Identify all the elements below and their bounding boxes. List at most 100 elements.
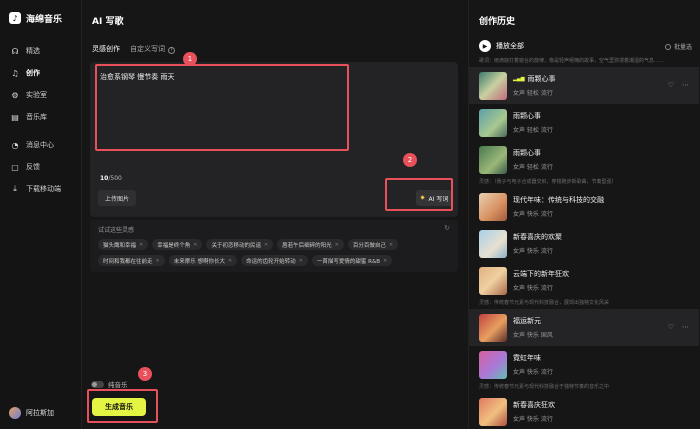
pure-music-toggle[interactable] — [91, 380, 104, 388]
history-panel: 创作历史 ▶ 播放全部 批量选 歌词：雨滴敲打着窗台的旋律，像是轻声呢喃的故事，… — [468, 0, 700, 429]
inspiration-chip[interactable]: 时间和我都在往前走 ✕ — [98, 255, 165, 266]
song-tags: 女声 轻松 流行 — [513, 164, 553, 171]
history-prompt: 灵感：（我子与电子合成器交织，穿梭跑步新歌曲，节奏型强） — [479, 179, 617, 185]
inspiration-chip[interactable]: 百分百做自己 ✕ — [347, 239, 399, 250]
list-item[interactable]: 福运新元 女声 快乐 国风 ♡ ⋯ — [469, 309, 699, 346]
play-icon: ▶ — [479, 40, 491, 52]
more-icon[interactable]: ⋯ — [682, 323, 689, 331]
song-tags: 女声 快乐 流行 — [513, 211, 553, 218]
pure-music-label: 纯音乐 — [108, 381, 128, 389]
annotation-badge-1: 1 — [183, 52, 197, 66]
list-item[interactable]: 雨颗心事 女声 轻松 流行 — [469, 104, 699, 141]
chip-label: 百分百做自己 — [352, 242, 386, 249]
inspiration-chip[interactable]: 一首描写爱情的甜蜜 R&B ✕ — [311, 255, 393, 266]
close-icon[interactable]: ✕ — [228, 258, 232, 264]
playing-icon: ▂▄▆ — [513, 76, 525, 82]
sidebar-item-messages[interactable]: ◔ 消息中心 — [0, 134, 81, 156]
song-tags: 女声 快乐 流行 — [513, 248, 553, 255]
more-icon[interactable]: ⋯ — [682, 81, 689, 89]
list-item[interactable]: 新春喜庆狂欢 女声 快乐 流行 — [469, 393, 699, 429]
list-item[interactable]: 雨颗心事 女声 轻松 流行 — [469, 141, 699, 178]
chip-label: 命运的齿轮开始转动 — [246, 258, 296, 265]
tab-inspiration[interactable]: 灵感创作 — [92, 44, 120, 54]
inspiration-title: 试试这些灵感 — [98, 227, 135, 234]
sidebar-item-lab[interactable]: ⚙ 实验室 — [0, 84, 81, 106]
chip-label: 未来摩乐 想啊你长大 — [173, 258, 225, 265]
annotation-badge-2: 2 — [403, 153, 417, 167]
close-icon[interactable]: ✕ — [193, 242, 197, 248]
inspiration-chip[interactable]: 猫头鹰和幸福 ✕ — [98, 239, 149, 250]
refresh-icon[interactable]: ↻ — [444, 224, 450, 232]
create-tabs: 灵感创作 自定义写词? — [92, 44, 458, 54]
annotation-box-1 — [95, 64, 349, 151]
song-title: 福运新元 — [513, 317, 541, 325]
close-icon[interactable]: ✕ — [389, 242, 393, 248]
song-title: 雨颗心事 — [513, 112, 541, 120]
chip-label: 一首描写爱情的甜蜜 R&B — [316, 258, 381, 265]
close-icon[interactable]: ✕ — [383, 258, 387, 264]
song-title: 雨颗心事 — [513, 149, 541, 157]
close-icon[interactable]: ✕ — [264, 242, 268, 248]
song-tags: 女声 轻松 流行 — [513, 90, 553, 97]
chip-row-1: 猫头鹰和幸福 ✕ 幸福是终个角 ✕ 关于初恋移动的民谣 ✕ 唇若午后细碎的阳光 ✕ 百分… — [98, 239, 399, 250]
sidebar-item-label: 反馈 — [26, 163, 40, 171]
headphones-icon: ☊ — [11, 46, 19, 56]
song-title: 霓虹年味 — [513, 354, 541, 362]
list-item[interactable]: 现代年味：传统与科技的交融 女声 快乐 流行 — [469, 188, 699, 225]
list-item[interactable]: 霓虹年味 女声 快乐 流行 — [469, 346, 699, 383]
song-cover — [479, 266, 507, 295]
song-tags: 女声 快乐 流行 — [513, 285, 553, 292]
inspiration-chip[interactable]: 未来摩乐 想啊你长大 ✕ — [168, 255, 238, 266]
like-icon[interactable]: ♡ — [668, 323, 674, 331]
tab-custom-lyrics[interactable]: 自定义写词? — [130, 44, 175, 54]
list-item[interactable]: 新春喜庆的欢聚 女声 快乐 流行 — [469, 225, 699, 262]
song-cover — [479, 192, 507, 221]
download-icon: ⤓ — [13, 184, 17, 193]
sidebar-item-download[interactable]: ⤓ 下载移动端 — [0, 178, 81, 200]
batch-select-button[interactable]: 批量选 — [664, 42, 692, 51]
lab-icon: ⚙ — [11, 90, 19, 100]
chip-label: 时间和我都在往前走 — [103, 258, 153, 265]
sidebar-item-create[interactable]: ♫ 创作 — [0, 62, 81, 84]
user-name: 阿拉斯加 — [26, 409, 54, 417]
char-counter: 10/500 — [100, 175, 122, 182]
brand[interactable]: ♪ 海绵音乐 — [0, 10, 81, 26]
play-all-label: 播放全部 — [496, 42, 524, 50]
char-count-max: /500 — [108, 175, 122, 182]
chip-label: 唇若午后细碎的阳光 — [282, 242, 332, 249]
help-icon[interactable]: ? — [168, 47, 175, 54]
sidebar-item-label: 音乐库 — [26, 113, 47, 121]
inspiration-chip[interactable]: 幸福是终个角 ✕ — [152, 239, 203, 250]
song-title: 新春喜庆狂欢 — [513, 401, 555, 409]
music-note-icon: ♫ — [11, 68, 19, 78]
tab-label: 自定义写词 — [130, 45, 165, 53]
history-prompt: 灵感：传统春节元素与现代科技融合，展现出独特文化风采 — [479, 300, 610, 306]
annotation-box-3 — [87, 389, 158, 423]
play-all-button[interactable]: ▶ 播放全部 — [479, 40, 524, 52]
library-icon: ▤ — [11, 112, 19, 122]
song-tags: 女声 快乐 流行 — [513, 369, 553, 376]
inspiration-chip[interactable]: 唇若午后细碎的阳光 ✕ — [277, 239, 344, 250]
close-icon[interactable]: ✕ — [156, 258, 160, 264]
close-icon[interactable]: ✕ — [299, 258, 303, 264]
song-cover — [479, 108, 507, 137]
batch-select-label: 批量选 — [673, 44, 692, 51]
close-icon[interactable]: ✕ — [139, 242, 143, 248]
chip-label: 幸福是终个角 — [157, 242, 191, 249]
user-profile[interactable]: 阿拉斯加 — [9, 407, 54, 419]
upload-image-button[interactable]: 上传图片 — [98, 190, 136, 206]
list-item[interactable]: ▂▄▆ 雨颗心事 女声 轻松 流行 ♡ ⋯ — [469, 67, 699, 104]
sidebar-item-library[interactable]: ▤ 音乐库 — [0, 106, 81, 128]
annotation-badge-3: 3 — [138, 367, 152, 381]
chip-row-2: 时间和我都在往前走 ✕ 未来摩乐 想啊你长大 ✕ 命运的齿轮开始转动 ✕ 一首描写爱情… — [98, 255, 393, 266]
history-list: 歌词：雨滴敲打着窗台的旋律，像是轻声呢喃的故事，空气里弥漫着潮湿的气息…… ▂▄… — [469, 57, 699, 429]
sidebar-item-feedback[interactable]: ▢ 反馈 — [0, 156, 81, 178]
inspiration-chip[interactable]: 关于初恋移动的民谣 ✕ — [206, 239, 274, 250]
history-title: 创作历史 — [479, 17, 516, 27]
inspiration-chip[interactable]: 命运的齿轮开始转动 ✕ — [241, 255, 308, 266]
sidebar-item-featured[interactable]: ☊ 精选 — [0, 40, 81, 62]
list-item[interactable]: 云端下的新年狂欢 女声 快乐 流行 — [469, 262, 699, 299]
sidebar-item-label: 下载移动端 — [26, 185, 61, 193]
close-icon[interactable]: ✕ — [335, 242, 339, 248]
like-icon[interactable]: ♡ — [668, 81, 674, 89]
